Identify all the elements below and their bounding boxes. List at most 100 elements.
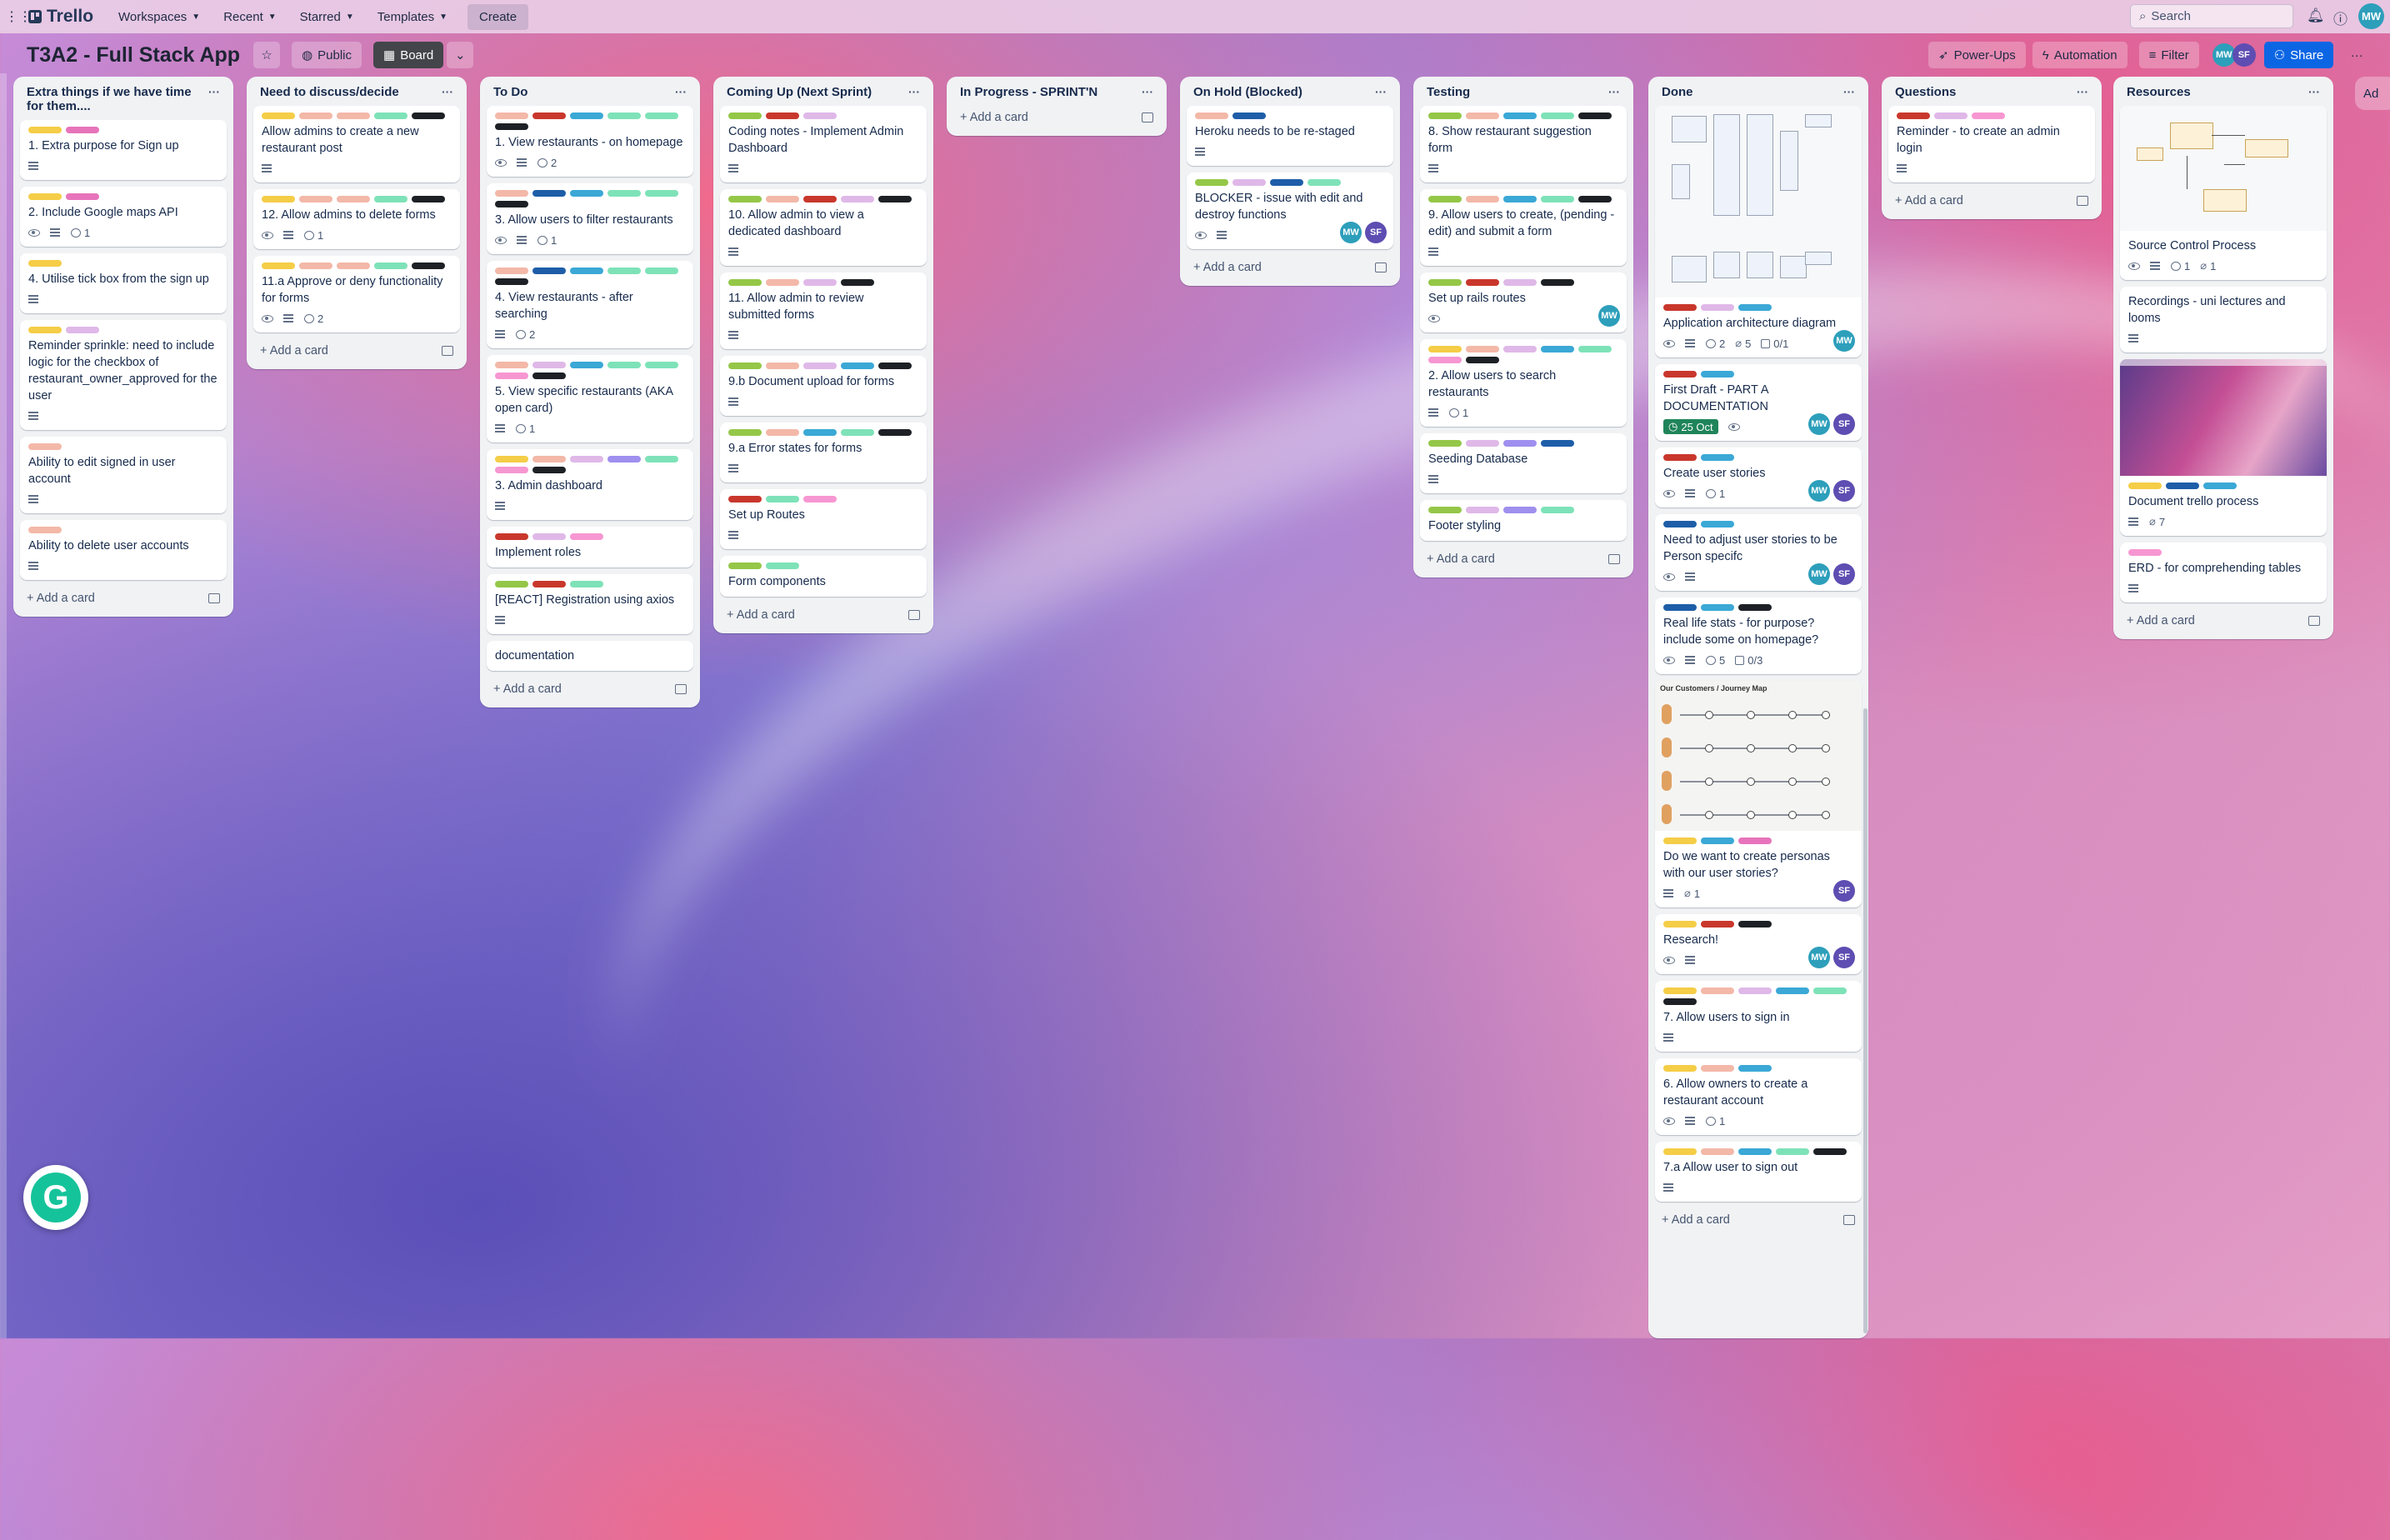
card-label[interactable] <box>803 496 837 502</box>
card-label[interactable] <box>374 262 408 269</box>
card-label[interactable] <box>262 196 295 202</box>
card-label[interactable] <box>570 533 603 540</box>
card-label[interactable] <box>1701 604 1734 611</box>
card-label[interactable] <box>766 279 799 286</box>
board-menu-button[interactable]: ··· <box>2343 42 2370 68</box>
card-label[interactable] <box>1541 279 1574 286</box>
card-label[interactable] <box>1776 1148 1809 1155</box>
card-label[interactable] <box>1738 604 1772 611</box>
card[interactable]: Footer styling <box>1420 500 1627 541</box>
card-label[interactable] <box>495 123 528 130</box>
card-label[interactable] <box>1541 346 1574 352</box>
card-label[interactable] <box>608 456 641 462</box>
list-title[interactable]: Questions <box>1895 85 1956 99</box>
create-from-template-icon[interactable] <box>1375 262 1387 272</box>
card-label[interactable] <box>1701 921 1734 928</box>
card-label[interactable] <box>1738 304 1772 311</box>
list-title[interactable]: To Do <box>493 85 528 99</box>
card[interactable]: 11. Allow admin to review submitted form… <box>720 272 927 349</box>
card-label[interactable] <box>841 279 874 286</box>
card-label[interactable] <box>495 533 528 540</box>
card-label[interactable] <box>1578 112 1612 119</box>
card-label[interactable] <box>1428 440 1462 447</box>
list-menu-icon[interactable]: ··· <box>675 85 687 98</box>
notifications-icon[interactable]: 🔔︎ <box>2307 8 2325 24</box>
card[interactable]: 4. Utilise tick box from the sign up <box>20 253 227 313</box>
card-label[interactable] <box>1663 1065 1697 1072</box>
list-header[interactable]: To Do ··· <box>487 77 693 106</box>
card[interactable]: 9.b Document upload for forms <box>720 356 927 416</box>
card[interactable]: Coding notes - Implement Admin Dashboard <box>720 106 927 182</box>
member-avatar[interactable]: MW <box>1808 947 1830 968</box>
card-label[interactable] <box>803 362 837 369</box>
card-label[interactable] <box>532 581 566 588</box>
nav-starred[interactable]: Starred ▼ <box>290 5 364 29</box>
list-title[interactable]: Done <box>1662 85 1693 99</box>
card-label[interactable] <box>728 496 762 502</box>
filter-button[interactable]: ≡ Filter <box>2138 42 2199 68</box>
add-card-button[interactable]: + Add a card <box>1888 189 2095 212</box>
card-label[interactable] <box>1466 440 1499 447</box>
card-label[interactable] <box>645 268 678 274</box>
list-title[interactable]: Resources <box>2127 85 2191 99</box>
card-label[interactable] <box>532 268 566 274</box>
card[interactable]: 4. View restaurants - after searching 2 <box>487 261 693 348</box>
board-view-button[interactable]: ▦ Board <box>373 42 444 68</box>
card[interactable]: Reminder - to create an admin login <box>1888 106 2095 182</box>
add-card-button[interactable]: + Add a card <box>487 678 693 701</box>
card-label[interactable] <box>1701 1065 1734 1072</box>
card[interactable]: Document trello process ⌀ 7 <box>2120 359 2327 536</box>
card-label[interactable] <box>766 196 799 202</box>
create-from-template-icon[interactable] <box>2308 616 2320 626</box>
card-label[interactable] <box>1541 112 1574 119</box>
list-scrollbar[interactable] <box>1863 708 1868 1333</box>
card-label[interactable] <box>532 190 566 197</box>
card-label[interactable] <box>803 196 837 202</box>
card-label[interactable] <box>570 456 603 462</box>
card-label[interactable] <box>1738 838 1772 844</box>
card-label[interactable] <box>337 196 370 202</box>
card-label[interactable] <box>1503 112 1537 119</box>
card-label[interactable] <box>299 112 332 119</box>
card-label[interactable] <box>728 562 762 569</box>
card-label[interactable] <box>374 112 408 119</box>
list-title[interactable]: On Hold (Blocked) <box>1193 85 1302 99</box>
list-menu-icon[interactable]: ··· <box>1608 85 1620 98</box>
card[interactable]: Our Customers / Journey Map Do we want to… <box>1655 681 1862 908</box>
card[interactable]: Set up Routes <box>720 489 927 549</box>
card-label[interactable] <box>1578 196 1612 202</box>
card[interactable]: 2. Include Google maps API 1 <box>20 187 227 247</box>
card[interactable]: 6. Allow owners to create a restaurant a… <box>1655 1058 1862 1135</box>
card-label[interactable] <box>495 581 528 588</box>
card-label[interactable] <box>1663 1148 1697 1155</box>
card-label[interactable] <box>1813 988 1847 994</box>
card-label[interactable] <box>803 279 837 286</box>
card-label[interactable] <box>608 268 641 274</box>
card[interactable]: Create user stories 1 MW SF <box>1655 448 1862 508</box>
card-label[interactable] <box>1776 988 1809 994</box>
list-menu-icon[interactable]: ··· <box>2308 85 2320 98</box>
card-label[interactable] <box>2203 482 2237 489</box>
card-label[interactable] <box>803 429 837 436</box>
card-label[interactable] <box>412 112 445 119</box>
card-label[interactable] <box>1428 112 1462 119</box>
card-label[interactable] <box>1466 112 1499 119</box>
card-label[interactable] <box>1663 838 1697 844</box>
card-label[interactable] <box>495 201 528 208</box>
card-label[interactable] <box>1270 179 1303 186</box>
card-label[interactable] <box>532 533 566 540</box>
trello-logo[interactable]: Trello <box>28 7 93 27</box>
add-card-button[interactable]: + Add a card <box>1420 548 1627 571</box>
member-avatar[interactable]: MW <box>1808 480 1830 502</box>
member-avatar[interactable]: SF <box>1833 563 1855 585</box>
card[interactable]: 7.a Allow user to sign out <box>1655 1142 1862 1202</box>
list-menu-icon[interactable]: ··· <box>442 85 453 98</box>
card-label[interactable] <box>1701 988 1734 994</box>
card-label[interactable] <box>1428 346 1462 352</box>
card[interactable]: documentation <box>487 641 693 671</box>
card-label[interactable] <box>766 112 799 119</box>
card-label[interactable] <box>608 362 641 368</box>
card-label[interactable] <box>28 527 62 533</box>
visibility-button[interactable]: ◍ Public <box>292 42 362 68</box>
card[interactable]: 7. Allow users to sign in <box>1655 981 1862 1052</box>
